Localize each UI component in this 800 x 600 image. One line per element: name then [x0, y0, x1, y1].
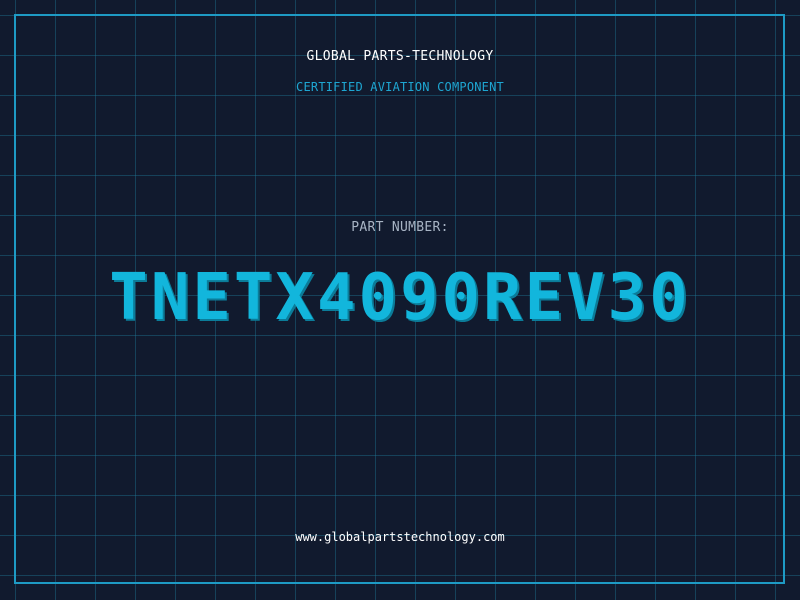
certificate-card: GLOBAL PARTS-TECHNOLOGY CERTIFIED AVIATI…	[0, 0, 800, 600]
certification-subtitle: CERTIFIED AVIATION COMPONENT	[296, 80, 504, 94]
company-name: GLOBAL PARTS-TECHNOLOGY	[306, 49, 494, 64]
part-number-label: PART NUMBER:	[351, 220, 449, 235]
part-number-value: TNETX4090REV30	[109, 261, 691, 335]
website-link[interactable]: www.globalpartstechnology.com	[0, 530, 800, 544]
